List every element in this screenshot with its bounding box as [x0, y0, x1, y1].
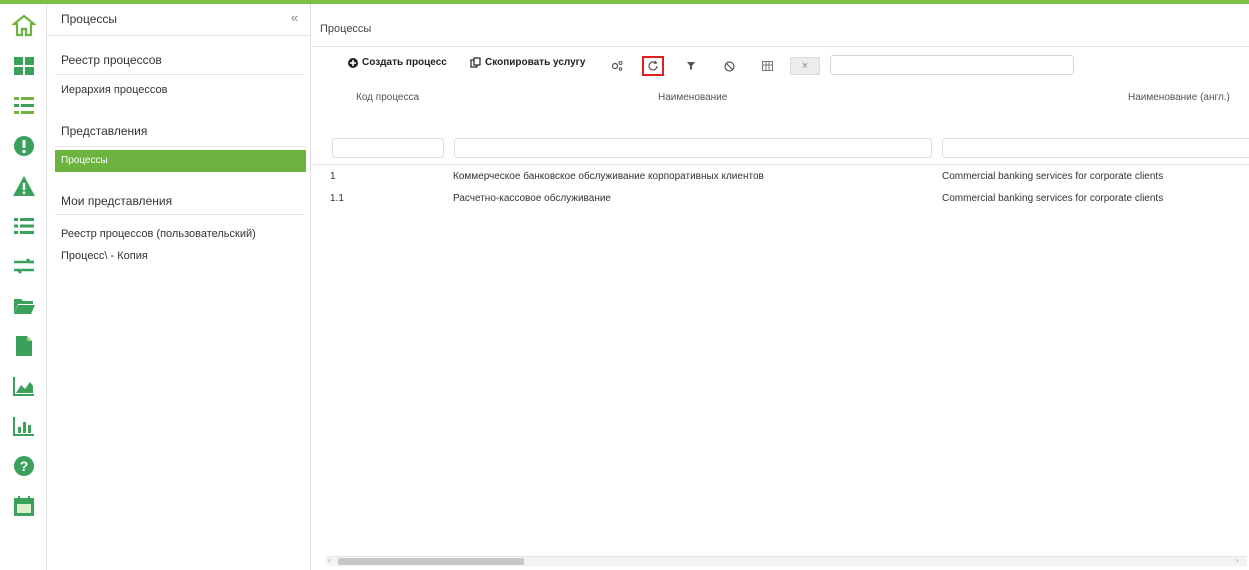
divider — [312, 46, 1249, 47]
create-process-label: Создать процесс — [362, 57, 447, 68]
dashboard-icon[interactable] — [8, 50, 40, 82]
sidebar-item-registry[interactable]: Реестр процессов — [61, 53, 162, 67]
copy-service-label: Скопировать услугу — [485, 57, 586, 68]
cell-name: Расчетно-кассовое обслуживание — [453, 193, 611, 204]
help-icon[interactable]: ? — [8, 450, 40, 482]
table-row[interactable]: 1.1 Расчетно-кассовое обслуживание Comme… — [312, 188, 1249, 208]
sidebar-item-my-view[interactable]: Процесс\ - Копия — [61, 250, 148, 262]
block-icon[interactable] — [718, 56, 740, 76]
filter-input-name-en[interactable] — [942, 138, 1249, 158]
sidebar-item-processes-view[interactable]: Процессы — [55, 150, 306, 172]
divider — [55, 214, 305, 215]
refresh-icon[interactable] — [642, 56, 664, 76]
toolbar: Создать процесс Скопировать услугу × — [312, 52, 1249, 78]
create-process-button[interactable]: Создать процесс — [348, 57, 447, 68]
registry-list-icon[interactable] — [8, 90, 40, 122]
scroll-left-icon[interactable]: ‹ — [328, 556, 331, 565]
sidebar-section-my-views: Мои представления — [61, 194, 173, 208]
sidebar-item-hierarchy[interactable]: Иерархия процессов — [61, 84, 167, 96]
search-input[interactable] — [830, 55, 1074, 75]
table-header: Код процесса Наименование Наименование (… — [312, 84, 1249, 136]
column-header-name[interactable]: Наименование — [658, 92, 727, 103]
cell-code: 1.1 — [330, 193, 344, 204]
icon-rail: ? — [0, 4, 47, 570]
cell-name: Коммерческое банковское обслуживание кор… — [453, 171, 764, 182]
divider — [312, 164, 1249, 165]
column-header-code[interactable]: Код процесса — [356, 92, 419, 103]
folder-icon[interactable] — [8, 290, 40, 322]
alert-circle-icon[interactable] — [8, 130, 40, 162]
table-row[interactable]: 1 Коммерческое банковское обслуживание к… — [312, 166, 1249, 186]
plus-circle-icon — [348, 57, 358, 68]
breadcrumb: Процессы — [320, 23, 372, 35]
calendar-icon[interactable] — [8, 490, 40, 522]
document-icon[interactable] — [8, 330, 40, 362]
filter-icon[interactable] — [680, 56, 702, 76]
exchange-icon[interactable] — [8, 250, 40, 282]
filter-input-code[interactable] — [332, 138, 444, 158]
sidebar-item-my-view[interactable]: Реестр процессов (пользовательский) — [61, 228, 256, 240]
svg-text:?: ? — [20, 458, 29, 474]
collapse-sidebar-button[interactable]: « — [291, 10, 298, 25]
scroll-right-icon[interactable]: › — [1236, 556, 1239, 565]
column-header-name-en[interactable]: Наименование (англ.) — [1128, 92, 1230, 103]
warning-icon[interactable] — [8, 170, 40, 202]
sidebar-title: Процессы — [61, 12, 118, 26]
cell-code: 1 — [330, 171, 336, 182]
sidebar-header: Процессы « — [47, 4, 311, 36]
cell-name-en: Commercial banking services for corporat… — [942, 193, 1164, 204]
area-chart-icon[interactable] — [8, 370, 40, 402]
copy-service-button[interactable]: Скопировать услугу — [470, 57, 585, 68]
main-content: Процессы Создать процесс Скопировать усл… — [312, 4, 1249, 570]
sidebar: Процессы « Реестр процессов Иерархия про… — [47, 4, 311, 570]
horizontal-scrollbar[interactable]: ‹ › — [326, 556, 1247, 566]
scrollbar-thumb[interactable] — [338, 558, 524, 565]
copy-icon — [470, 57, 481, 68]
sidebar-section-views: Представления — [61, 124, 148, 138]
home-icon[interactable] — [8, 10, 40, 42]
divider — [55, 74, 305, 75]
settings-icon[interactable] — [606, 56, 628, 76]
clear-button[interactable]: × — [790, 57, 820, 75]
columns-icon[interactable] — [756, 56, 778, 76]
cell-name-en: Commercial banking services for corporat… — [942, 171, 1164, 182]
bar-chart-icon[interactable] — [8, 410, 40, 442]
filter-input-name[interactable] — [454, 138, 932, 158]
divider — [55, 146, 305, 147]
list-icon[interactable] — [8, 210, 40, 242]
